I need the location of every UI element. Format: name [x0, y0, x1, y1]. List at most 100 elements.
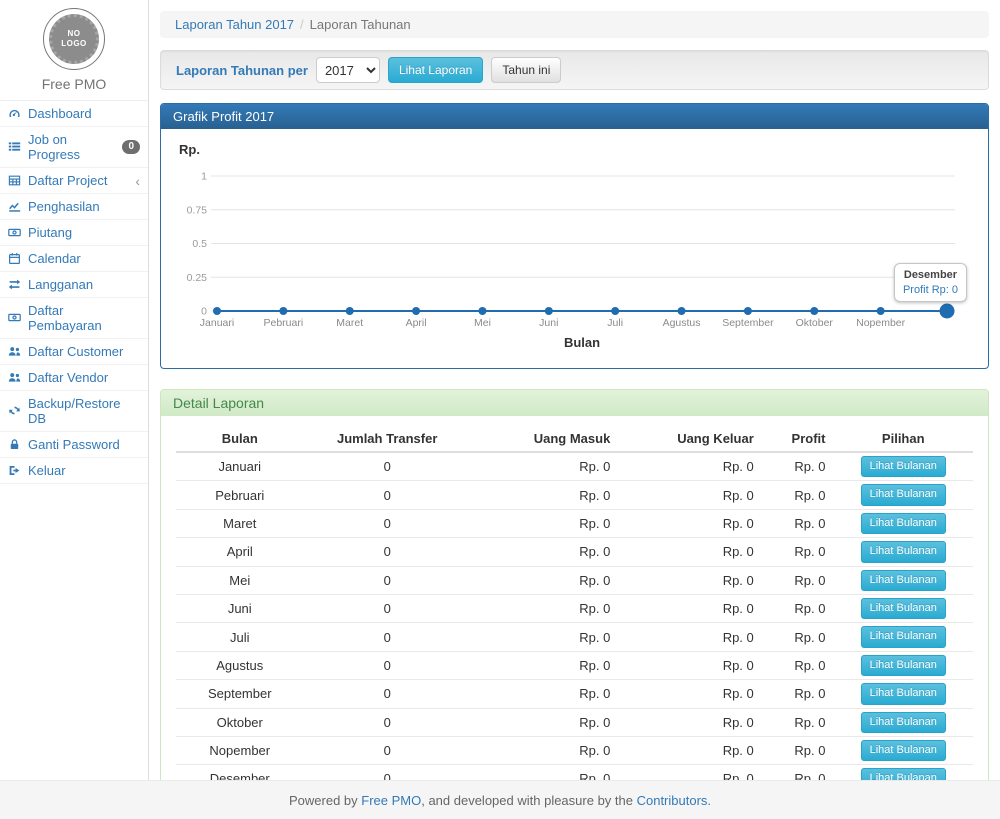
sidebar-item-daftar-project[interactable]: Daftar Project‹ [0, 168, 148, 194]
lihat-laporan-button[interactable]: Lihat Laporan [388, 57, 483, 84]
profit-chart-container: Rp.10.750.50.250JanuariPebruariMaretApri… [171, 139, 978, 358]
cell-transfer: 0 [304, 594, 471, 622]
cell-masuk: Rp. 0 [471, 708, 618, 736]
footer-link-contributors[interactable]: Contributors. [637, 793, 711, 808]
column-header-pilihan: Pilihan [833, 426, 973, 452]
detail-panel-title: Detail Laporan [161, 390, 988, 416]
sidebar-item-label: Ganti Password [28, 437, 120, 452]
sidebar-item-label: Langganan [28, 277, 93, 292]
exchange-icon [8, 278, 22, 292]
lihat-bulanan-button-september[interactable]: Lihat Bulanan [861, 683, 946, 704]
cell-bulan: Oktober [176, 708, 304, 736]
sidebar-item-backup-restore-db[interactable]: Backup/Restore DB [0, 391, 148, 432]
lihat-bulanan-button-maret[interactable]: Lihat Bulanan [861, 513, 946, 534]
sidebar-item-daftar-customer[interactable]: Daftar Customer [0, 339, 148, 365]
lihat-bulanan-button-agustus[interactable]: Lihat Bulanan [861, 655, 946, 676]
filter-label: Laporan Tahunan per [176, 63, 308, 78]
sidebar-item-calendar[interactable]: Calendar [0, 246, 148, 272]
cell-profit: Rp. 0 [762, 708, 834, 736]
lihat-bulanan-button-oktober[interactable]: Lihat Bulanan [861, 712, 946, 733]
sidebar-item-piutang[interactable]: Piutang [0, 220, 148, 246]
profit-chart-panel: Grafik Profit 2017 Rp.10.750.50.250Janua… [160, 103, 989, 369]
breadcrumb-link-laporan-tahun[interactable]: Laporan Tahun 2017 [175, 17, 294, 32]
table-row-oktober: Oktober0Rp. 0Rp. 0Rp. 0Lihat Bulanan [176, 708, 973, 736]
sidebar-item-label: Job on Progress [28, 132, 116, 162]
table-row-maret: Maret0Rp. 0Rp. 0Rp. 0Lihat Bulanan [176, 509, 973, 537]
users-icon [8, 345, 22, 359]
chart-point-mei[interactable] [478, 307, 486, 315]
table-row-juli: Juli0Rp. 0Rp. 0Rp. 0Lihat Bulanan [176, 623, 973, 651]
cell-keluar: Rp. 0 [618, 623, 761, 651]
cell-action: Lihat Bulanan [833, 651, 973, 679]
detail-report-panel: Detail Laporan BulanJumlah TransferUang … [160, 389, 989, 819]
brand-name: Free PMO [0, 76, 148, 92]
jobs-count-badge: 0 [122, 140, 140, 154]
svg-text:Juni: Juni [539, 317, 558, 329]
sidebar-item-label: Backup/Restore DB [28, 396, 140, 426]
chart-point-september[interactable] [744, 307, 752, 315]
sidebar-item-penghasilan[interactable]: Penghasilan [0, 194, 148, 220]
sidebar-item-label: Daftar Customer [28, 344, 123, 359]
table-row-pebruari: Pebruari0Rp. 0Rp. 0Rp. 0Lihat Bulanan [176, 481, 973, 509]
sidebar-item-label: Dashboard [28, 106, 92, 121]
table-header-row: BulanJumlah TransferUang MasukUang Kelua… [176, 426, 973, 452]
lihat-bulanan-button-april[interactable]: Lihat Bulanan [861, 541, 946, 562]
chart-point-maret[interactable] [346, 307, 354, 315]
svg-text:Oktober: Oktober [796, 317, 834, 329]
column-header-jumlah-transfer: Jumlah Transfer [304, 426, 471, 452]
lihat-bulanan-button-januari[interactable]: Lihat Bulanan [861, 456, 946, 477]
cell-keluar: Rp. 0 [618, 509, 761, 537]
column-header-profit: Profit [762, 426, 834, 452]
year-select[interactable]: 2017 [316, 57, 380, 83]
sidebar-item-label: Daftar Vendor [28, 370, 108, 385]
cell-profit: Rp. 0 [762, 452, 834, 481]
cell-profit: Rp. 0 [762, 623, 834, 651]
sidebar-item-ganti-password[interactable]: Ganti Password [0, 432, 148, 458]
cell-profit: Rp. 0 [762, 566, 834, 594]
footer-link-free-pmo[interactable]: Free PMO [361, 793, 421, 808]
main-content: Laporan Tahun 2017/Laporan Tahunan Lapor… [149, 0, 1000, 819]
svg-text:0: 0 [201, 306, 207, 318]
chart-point-pebruari[interactable] [279, 307, 287, 315]
sidebar-item-dashboard[interactable]: Dashboard [0, 101, 148, 127]
table-row-juni: Juni0Rp. 0Rp. 0Rp. 0Lihat Bulanan [176, 594, 973, 622]
detail-report-table: BulanJumlah TransferUang MasukUang Kelua… [176, 426, 973, 815]
sidebar-item-job-on-progress[interactable]: Job on Progress 0 [0, 127, 148, 168]
cell-keluar: Rp. 0 [618, 452, 761, 481]
sidebar-item-keluar[interactable]: Keluar [0, 458, 148, 484]
sidebar-item-daftar-vendor[interactable]: Daftar Vendor [0, 365, 148, 391]
lihat-bulanan-button-juni[interactable]: Lihat Bulanan [861, 598, 946, 619]
tooltip-month: Desember [903, 269, 958, 281]
tahun-ini-button[interactable]: Tahun ini [491, 57, 561, 84]
chart-point-desember[interactable] [940, 304, 955, 319]
cell-bulan: Juli [176, 623, 304, 651]
cell-masuk: Rp. 0 [471, 623, 618, 651]
money-icon [8, 311, 22, 325]
sidebar-item-label: Keluar [28, 463, 66, 478]
chart-point-april[interactable] [412, 307, 420, 315]
chart-point-juli[interactable] [611, 307, 619, 315]
no-logo-badge: NO LOGO [49, 14, 99, 64]
footer-text: Powered by Free PMO, and developed with … [289, 793, 711, 808]
sidebar-item-langganan[interactable]: Langganan [0, 272, 148, 298]
lihat-bulanan-button-mei[interactable]: Lihat Bulanan [861, 570, 946, 591]
chart-point-januari[interactable] [213, 307, 221, 315]
svg-text:0.75: 0.75 [187, 204, 208, 216]
sidebar-item-daftar-pembayaran[interactable]: Daftar Pembayaran [0, 298, 148, 339]
cell-keluar: Rp. 0 [618, 566, 761, 594]
lihat-bulanan-button-juli[interactable]: Lihat Bulanan [861, 626, 946, 647]
tasks-icon [8, 140, 22, 154]
sidebar-item-label: Piutang [28, 225, 72, 240]
chart-point-nopember[interactable] [877, 307, 885, 315]
table-row-mei: Mei0Rp. 0Rp. 0Rp. 0Lihat Bulanan [176, 566, 973, 594]
sidebar-item-label: Penghasilan [28, 199, 100, 214]
lihat-bulanan-button-nopember[interactable]: Lihat Bulanan [861, 740, 946, 761]
svg-text:April: April [406, 317, 427, 329]
chart-point-oktober[interactable] [810, 307, 818, 315]
chart-point-juni[interactable] [545, 307, 553, 315]
chart-point-agustus[interactable] [678, 307, 686, 315]
cell-transfer: 0 [304, 538, 471, 566]
cell-transfer: 0 [304, 623, 471, 651]
lihat-bulanan-button-pebruari[interactable]: Lihat Bulanan [861, 484, 946, 505]
cell-profit: Rp. 0 [762, 481, 834, 509]
